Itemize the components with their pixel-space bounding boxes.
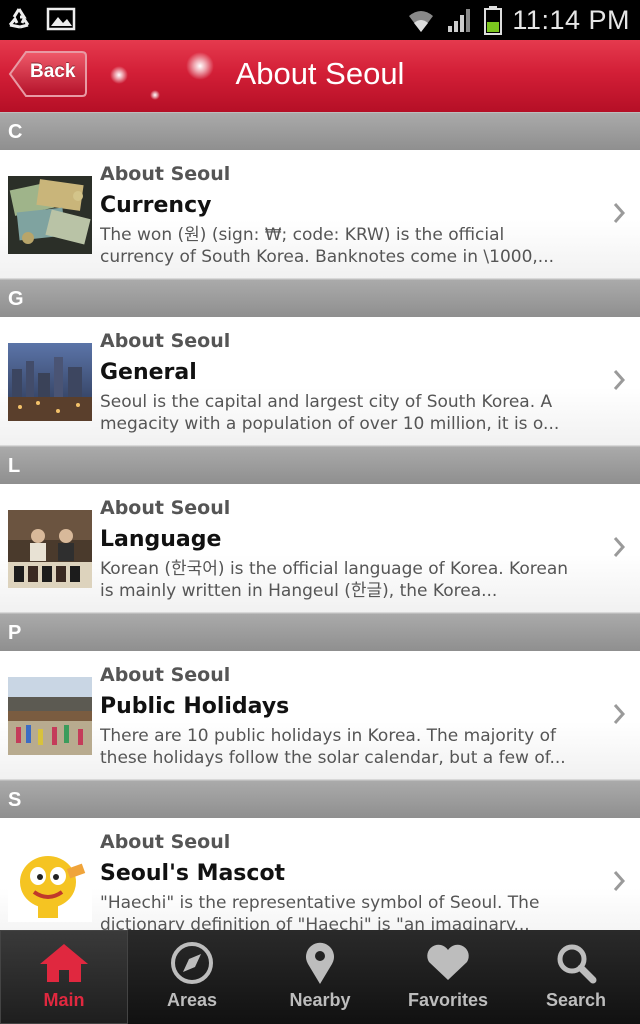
item-category: About Seoul [100,330,231,352]
item-title: Currency [100,193,212,218]
language-thumbnail [8,510,92,588]
tab-main[interactable]: Main [0,930,128,1024]
chevron-right-icon [613,871,626,891]
item-description: There are 10 public holidays in Korea. T… [100,726,566,768]
image-icon [46,7,76,31]
list-item-public-holidays[interactable]: About Seoul Public Holidays There are 10… [0,651,640,780]
tab-label: Areas [166,990,218,1010]
status-bar: 11:14 PM [0,0,640,40]
item-description: Korean (한국어) is the official language of… [100,559,569,601]
section-header-l: L [0,446,640,484]
recycle-icon [8,8,30,29]
tab-areas[interactable]: Areas [128,930,256,1024]
list-item-seouls-mascot[interactable]: About Seoul Seoul's Mascot "Haechi" is t… [0,818,640,930]
tab-search[interactable]: Search [512,930,640,1024]
tab-label: Main [43,990,85,1010]
holiday-thumbnail [8,677,92,755]
search-icon [557,944,597,984]
battery-icon [484,6,503,35]
clock: 11:14 PM [512,4,630,35]
section-letter: L [8,455,21,477]
list-item-language[interactable]: About Seoul Language Korean (한국어) is the… [0,484,640,613]
tab-label: Nearby [289,990,351,1010]
wifi-icon [409,11,434,32]
item-category: About Seoul [100,497,231,519]
item-title: Public Holidays [100,694,290,719]
tab-bar: Main Areas Nearby Favorites Search [0,930,640,1024]
map-pin-icon [306,942,334,984]
heart-icon [427,944,469,980]
item-category: About Seoul [100,163,231,185]
section-header-g: G [0,279,640,317]
section-header-c: C [0,112,640,150]
chevron-right-icon [613,203,626,223]
section-letter: P [8,622,22,644]
section-letter: G [8,288,24,310]
topic-list: C About Seoul Currency The won (원) (sign… [0,112,640,930]
home-icon [40,944,88,982]
chevron-right-icon [613,704,626,724]
section-letter: C [8,121,23,143]
tab-label: Search [545,990,607,1010]
item-description: "Haechi" is the representative symbol of… [100,893,540,930]
signal-icon [448,9,471,32]
list-item-currency[interactable]: About Seoul Currency The won (원) (sign: … [0,150,640,279]
section-letter: S [8,789,22,811]
title-bar: Back About Seoul [0,40,640,112]
item-title: Language [100,527,222,552]
item-category: About Seoul [100,664,231,686]
item-title: General [100,360,197,385]
tab-favorites[interactable]: Favorites [384,930,512,1024]
item-category: About Seoul [100,831,231,853]
tab-nearby[interactable]: Nearby [256,930,384,1024]
city-skyline-thumbnail [8,343,92,421]
tab-label: Favorites [407,990,489,1010]
section-header-s: S [0,780,640,818]
chevron-right-icon [613,537,626,557]
list-item-general[interactable]: About Seoul General Seoul is the capital… [0,317,640,446]
item-title: Seoul's Mascot [100,861,286,886]
compass-icon [171,942,213,984]
chevron-right-icon [613,370,626,390]
page-title: About Seoul [235,56,405,91]
currency-thumbnail [8,176,92,254]
section-header-p: P [0,613,640,651]
mascot-thumbnail [8,844,92,922]
item-description: Seoul is the capital and largest city of… [100,392,560,434]
item-description: The won (원) (sign: ₩; code: KRW) is the … [100,225,555,267]
